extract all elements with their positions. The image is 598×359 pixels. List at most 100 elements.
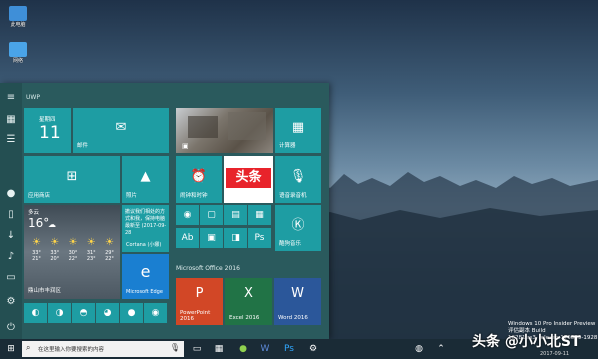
calculator-icon: ▦ (291, 120, 305, 136)
photo-live-tile[interactable]: ▣ (176, 108, 273, 153)
pictures-icon[interactable]: ▭ (3, 271, 19, 285)
file-explorer-icon[interactable]: ▭ (190, 342, 204, 356)
hamburger-icon[interactable]: ≡ (3, 91, 19, 105)
app-icon: ▤ (231, 210, 240, 220)
word-taskbar-icon[interactable]: W (258, 342, 272, 356)
computer-icon (9, 6, 27, 21)
user-avatar-icon[interactable]: ● (3, 187, 19, 201)
word-tile[interactable]: W Word 2016 (274, 278, 321, 325)
downloads-icon[interactable]: ↓ (3, 229, 19, 243)
microphone-icon: 🎙 (289, 169, 307, 185)
desktop-icon-this-pc[interactable]: 此电脑 (6, 6, 30, 28)
start-menu: ≡ ▦ ☰ ● ▯ ↓ ♪ ▭ ⚙ ⏻ UWP 星期四 11 ✉ 邮件 ▣ ▦ … (0, 83, 329, 339)
taskbar-search-box[interactable]: ⌕ 在这里输入你要搜索的内容 🎙 (22, 341, 184, 357)
photos-label: 照片 (126, 193, 138, 199)
app-icon: Ps (254, 233, 265, 243)
app-tile[interactable]: ◓ (72, 303, 95, 323)
settings-taskbar-icon[interactable]: ⚙ (306, 342, 320, 356)
cortana-tile[interactable]: 撤议我们相处的方 式和我，保持电脑 最新至 (2017-09-28 Cortan… (122, 205, 169, 252)
app-tile[interactable]: ▤ (224, 205, 247, 225)
app-tile[interactable]: ◐ (24, 303, 47, 323)
alarms-tile[interactable]: ⏰ 闹钟和时钟 (176, 156, 222, 203)
word-label: Word 2016 (278, 315, 308, 321)
cortana-message: 撤议我们相处的方 式和我，保持电脑 最新至 (2017-09-28 (125, 209, 169, 237)
app-icon: ◑ (55, 308, 64, 318)
weather-tile[interactable]: 多云 16° ☁ ☀ 33° 21° ☀ 33° 20° ☀ 30° 22° ☀… (24, 205, 120, 299)
sun-icon: ☀ (68, 237, 78, 248)
app-tile[interactable]: ◕ (96, 303, 119, 323)
cortana-line: 式和我，保持电脑 (125, 216, 166, 222)
weather-condition: 多云 (28, 210, 40, 216)
powerpoint-icon: P (195, 286, 204, 302)
kugou-icon: Ⓚ (291, 217, 305, 233)
note-icon: ▢ (207, 210, 216, 220)
kugou-label: 酷狗音乐 (279, 241, 302, 247)
calculator-taskbar-icon[interactable]: ▦ (212, 342, 226, 356)
weather-forecast: ☀ 33° 21° ☀ 33° 20° ☀ 30° 22° ☀ 31° 23° … (28, 237, 118, 283)
app-tile[interactable]: ◉ (144, 303, 167, 323)
chevron-up-icon[interactable]: ⌃ (434, 342, 448, 356)
app-tile[interactable]: ◑ (48, 303, 71, 323)
mail-icon: ✉ (115, 120, 127, 136)
cortana-line: 最新至 (2017-09-28 (125, 223, 167, 236)
app-tile[interactable]: ▦ (248, 205, 271, 225)
wechat-icon: ◉ (151, 308, 160, 318)
sun-icon: ☀ (50, 237, 60, 248)
voice-recorder-tile[interactable]: 🎙 语音录音机 (275, 156, 321, 203)
mail-tile[interactable]: ✉ 邮件 (73, 108, 169, 153)
forecast-day: ☀ 33° 21° (28, 237, 45, 283)
alarms-label: 闹钟和时钟 (180, 193, 208, 199)
network-icon (9, 42, 27, 57)
kugou-tile[interactable]: Ⓚ 酷狗音乐 (275, 205, 321, 251)
forecast-low: 22° (105, 256, 114, 262)
documents-icon[interactable]: ▯ (3, 208, 19, 222)
word-icon: W (291, 286, 304, 302)
forecast-day: ☀ 30° 22° (65, 237, 82, 283)
list-view-icon[interactable]: ☰ (3, 133, 19, 147)
weather-location: 鼎山市丰润区 (28, 288, 62, 294)
mail-label: 邮件 (77, 143, 89, 149)
tiles-view-icon[interactable]: ▦ (3, 113, 19, 127)
start-rail: ≡ ▦ ☰ ● ▯ ↓ ♪ ▭ ⚙ ⏻ (0, 83, 22, 339)
app-tile[interactable]: Ab (176, 228, 199, 248)
app-icon: ◓ (79, 308, 88, 318)
excel-label: Excel 2016 (229, 315, 260, 321)
sun-icon: ☀ (105, 237, 114, 248)
settings-gear-icon[interactable]: ⚙ (3, 295, 19, 309)
taskbar-date: 2017-09-11 (540, 351, 570, 357)
app-icon: ▣ (207, 233, 216, 243)
voice-recorder-label: 语音录音机 (279, 193, 307, 199)
app-tile[interactable]: ◨ (224, 228, 247, 248)
power-icon[interactable]: ⏻ (3, 321, 19, 335)
app-tile[interactable]: ● (120, 303, 143, 323)
sticky-notes-tile[interactable]: ▢ (200, 205, 223, 225)
app-taskbar-icon[interactable]: ● (236, 342, 250, 356)
desktop-icon-network[interactable]: 网络 (6, 42, 30, 64)
app-tile[interactable]: ▣ (200, 228, 223, 248)
app-tile[interactable]: Ps (248, 228, 271, 248)
photos-tile[interactable]: ▲ 照片 (122, 156, 169, 203)
windows-start-icon[interactable]: ⊞ (4, 342, 18, 356)
toutiao-tile[interactable]: 头条 (224, 156, 273, 203)
forecast-low: 20° (50, 256, 60, 262)
camera-tile[interactable]: ◉ (176, 205, 199, 225)
forecast-day: ☀ 33° 20° (46, 237, 63, 283)
photoshop-taskbar-icon[interactable]: Ps (282, 342, 296, 356)
powerpoint-tile[interactable]: P PowerPoint 2016 (176, 278, 223, 325)
calculator-tile[interactable]: ▦ 计算器 (275, 108, 321, 153)
forecast-low: 21° (32, 256, 41, 262)
excel-tile[interactable]: X Excel 2016 (225, 278, 272, 325)
forecast-low: 23° (86, 256, 96, 262)
powerpoint-year: 2016 (180, 316, 194, 322)
avatar[interactable]: ◍ (412, 342, 426, 356)
music-icon[interactable]: ♪ (3, 250, 19, 264)
forecast-day: ☀ 29° 22° (101, 237, 118, 283)
edge-label: Microsoft Edge (126, 289, 163, 295)
calendar-tile[interactable]: 星期四 11 (24, 108, 71, 153)
store-tile[interactable]: ⊞ 应用商店 (24, 156, 120, 203)
excel-icon: X (244, 286, 253, 302)
edge-tile[interactable]: e Microsoft Edge (122, 254, 169, 299)
microphone-icon: 🎙 (169, 343, 180, 352)
alarm-clock-icon: ⏰ (190, 169, 208, 185)
search-placeholder: 在这里输入你要搜索的内容 (38, 347, 105, 353)
